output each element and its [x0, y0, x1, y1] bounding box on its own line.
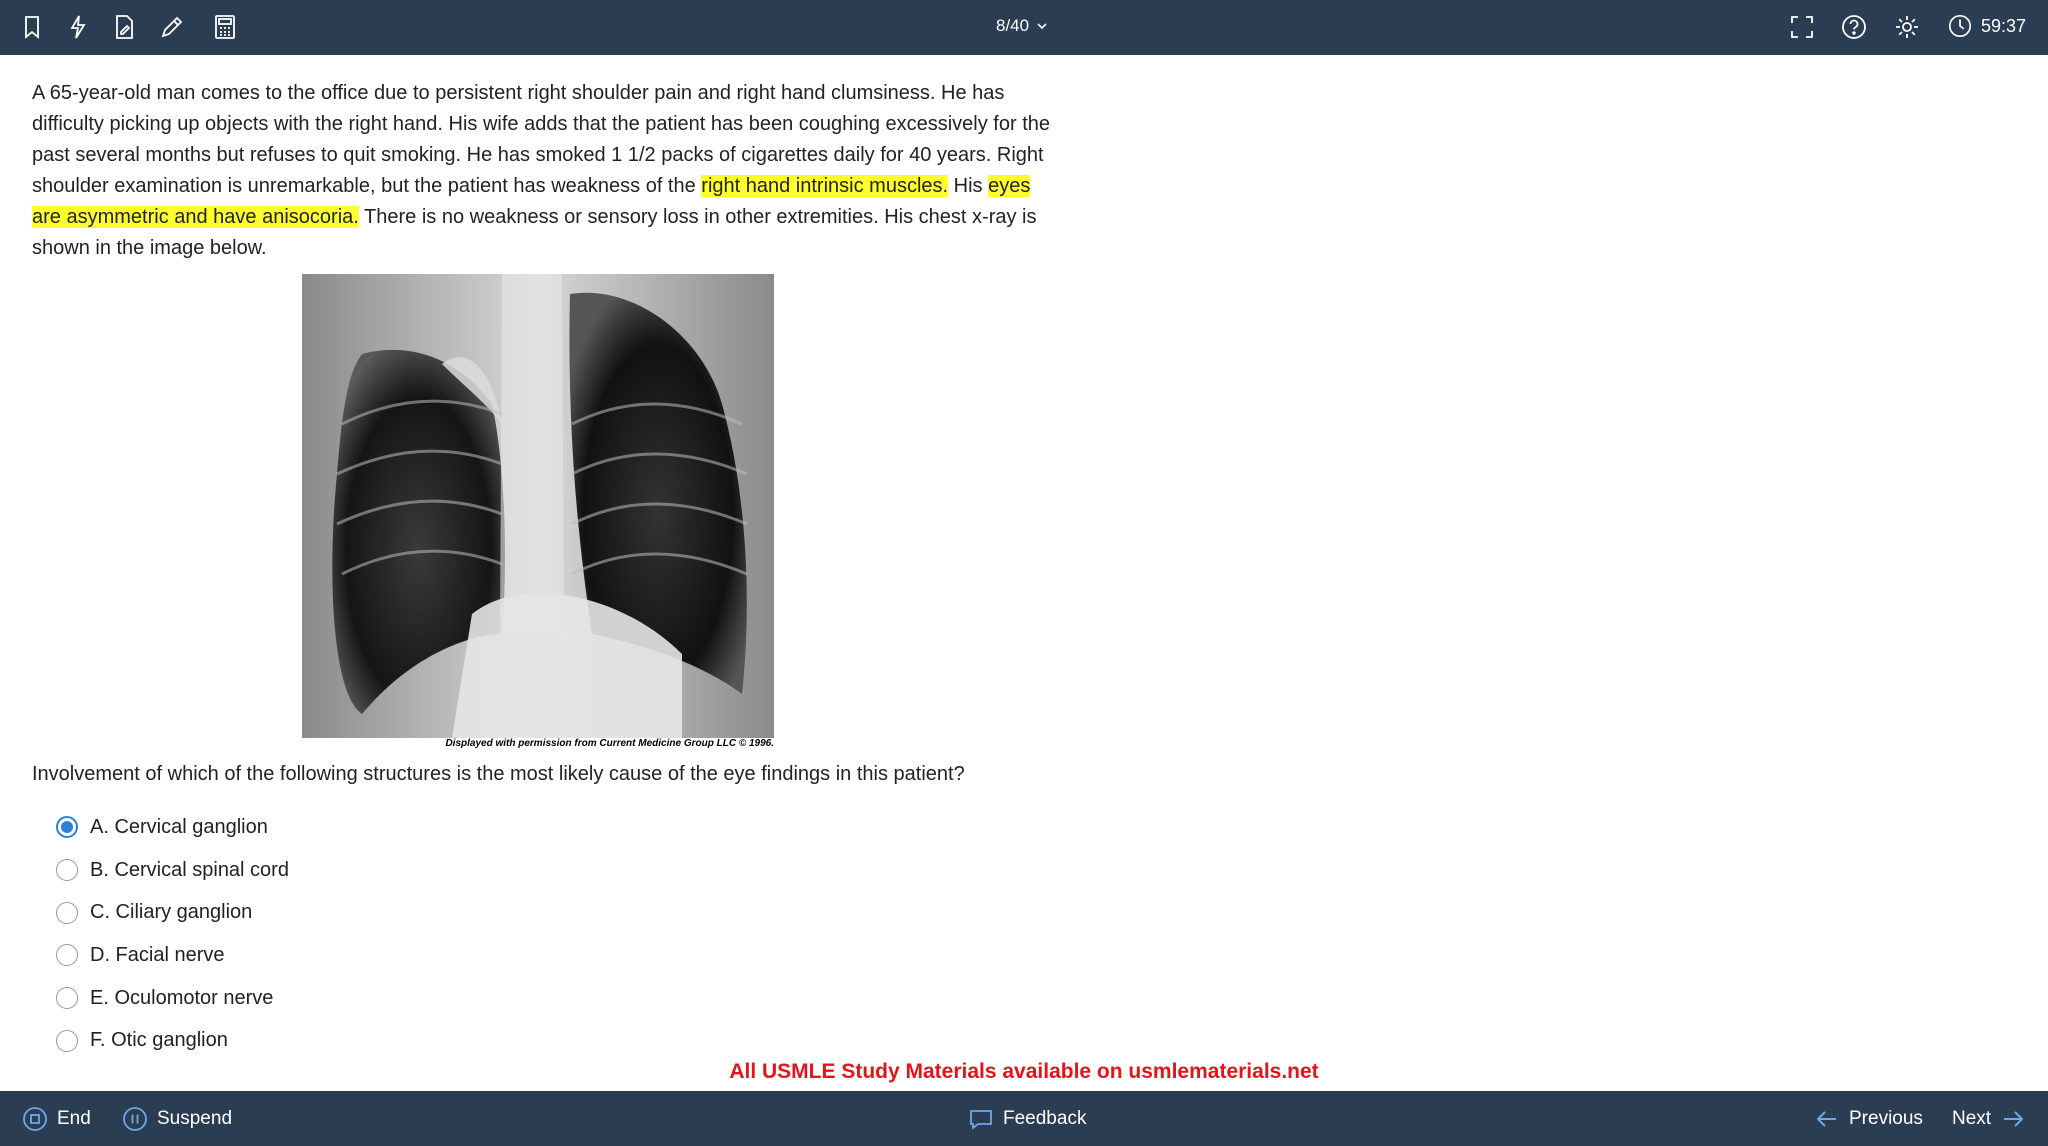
radio-button[interactable] — [56, 987, 78, 1010]
fullscreen-icon[interactable] — [1788, 13, 1816, 41]
bookmark-icon[interactable] — [18, 13, 46, 41]
answer-choice-c[interactable]: C. Ciliary ganglion — [56, 891, 289, 934]
feedback-button[interactable]: Feedback — [968, 1091, 1086, 1146]
feedback-icon — [970, 1109, 992, 1130]
choice-label: A. Cervical ganglion — [90, 815, 268, 838]
bottom-toolbar: End Suspend Feedback Previous Next — [0, 1091, 2048, 1146]
answer-choice-a[interactable]: A. Cervical ganglion — [56, 806, 289, 849]
answer-choice-b[interactable]: B. Cervical spinal cord — [56, 849, 289, 892]
calculator-icon[interactable] — [211, 13, 239, 41]
previous-label: Previous — [1849, 1107, 1923, 1129]
chest-xray-image[interactable] — [302, 274, 774, 752]
question-stem: A 65-year-old man comes to the office du… — [32, 78, 1052, 264]
end-button[interactable]: End — [22, 1091, 91, 1146]
previous-button[interactable]: Previous — [1814, 1091, 1923, 1146]
radio-button[interactable] — [56, 1029, 78, 1052]
timer: 59:37 — [1947, 13, 2026, 39]
suspend-button[interactable]: Suspend — [122, 1091, 232, 1146]
end-label: End — [57, 1107, 91, 1129]
highlight: right hand intrinsic muscles. — [701, 175, 949, 197]
suspend-label: Suspend — [157, 1107, 233, 1129]
stop-icon — [23, 1106, 47, 1131]
arrow-right-icon — [2004, 1110, 2024, 1127]
arrow-left-icon — [1816, 1110, 1836, 1127]
promo-banner: All USMLE Study Materials available on u… — [729, 1060, 1319, 1083]
gear-icon[interactable] — [1893, 13, 1921, 41]
next-button[interactable]: Next — [1952, 1091, 2026, 1146]
image-caption: Displayed with permission from Current M… — [445, 738, 774, 749]
feedback-label: Feedback — [1003, 1107, 1087, 1129]
question-text: Involvement of which of the following st… — [32, 763, 965, 785]
notes-icon[interactable] — [110, 13, 138, 41]
timer-value: 59:37 — [1981, 15, 2027, 36]
radio-button[interactable] — [56, 944, 78, 967]
stem-text: A 65-year-old man comes to the office du… — [32, 82, 1051, 259]
lightning-icon[interactable] — [64, 13, 92, 41]
top-toolbar: 8/40 59:37 — [0, 0, 2048, 55]
choice-label: F. Otic ganglion — [90, 1029, 228, 1052]
radio-button[interactable] — [56, 859, 78, 882]
pencil-icon[interactable] — [158, 13, 186, 41]
choice-label: B. Cervical spinal cord — [90, 858, 289, 881]
choice-label: C. Ciliary ganglion — [90, 901, 253, 924]
radio-button[interactable] — [56, 901, 78, 924]
chevron-down-icon — [1037, 23, 1047, 30]
question-counter: 8/40 — [996, 16, 1030, 35]
answer-choice-f[interactable]: F. Otic ganglion — [56, 1019, 289, 1062]
radio-button[interactable] — [56, 816, 78, 839]
clock-icon — [1948, 14, 1972, 38]
answer-choices: A. Cervical ganglion B. Cervical spinal … — [56, 806, 289, 1062]
answer-choice-e[interactable]: E. Oculomotor nerve — [56, 977, 289, 1020]
choice-label: D. Facial nerve — [90, 943, 225, 966]
answer-choice-d[interactable]: D. Facial nerve — [56, 934, 289, 977]
pause-icon — [123, 1106, 147, 1131]
help-icon[interactable] — [1840, 13, 1868, 41]
question-navigator[interactable]: 8/40 — [996, 16, 1049, 36]
choice-label: E. Oculomotor nerve — [90, 986, 274, 1009]
next-label: Next — [1952, 1107, 1992, 1129]
